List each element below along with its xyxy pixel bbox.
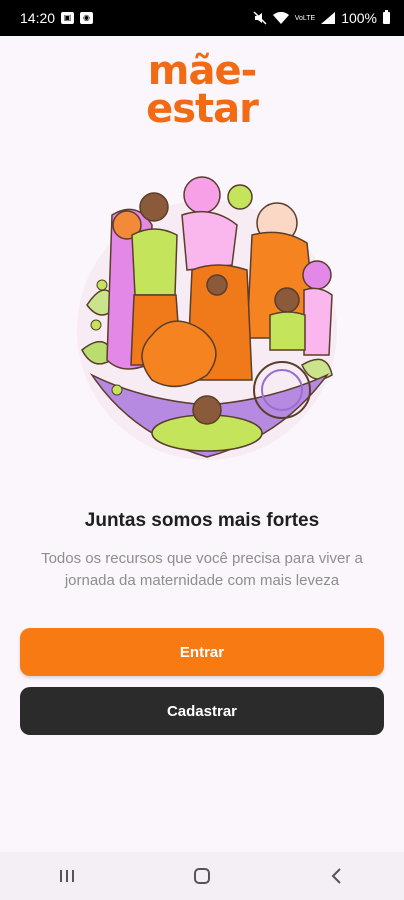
signup-button[interactable]: Cadastrar: [20, 687, 384, 735]
battery-percent: 100%: [341, 10, 377, 26]
login-button[interactable]: Entrar: [20, 628, 384, 676]
headline: Juntas somos mais fortes: [84, 510, 320, 531]
logo-line-1: mãe-: [147, 48, 257, 94]
wifi-icon: [272, 12, 289, 24]
photo-notification-icon: ▣: [61, 12, 75, 24]
back-icon[interactable]: [317, 856, 357, 896]
signal-icon: [321, 12, 336, 24]
mute-icon: [253, 11, 267, 25]
subtitle: Todos os recursos que você precisa para …: [41, 550, 363, 589]
app-notification-icon: ◉: [80, 12, 94, 24]
system-nav-bar: [0, 852, 404, 900]
recent-apps-icon[interactable]: [47, 856, 87, 896]
battery-icon: [383, 10, 390, 24]
status-bar: 14:20 ▣ ◉ VoLTE 100%: [0, 0, 404, 36]
app-logo: mãe- estar: [0, 48, 404, 132]
mothers-group-illustration: [72, 175, 342, 465]
status-time: 14:20: [20, 10, 56, 26]
volte-icon: VoLTE: [294, 14, 316, 22]
home-icon[interactable]: [182, 856, 222, 896]
logo-line-2: estar: [146, 86, 259, 132]
